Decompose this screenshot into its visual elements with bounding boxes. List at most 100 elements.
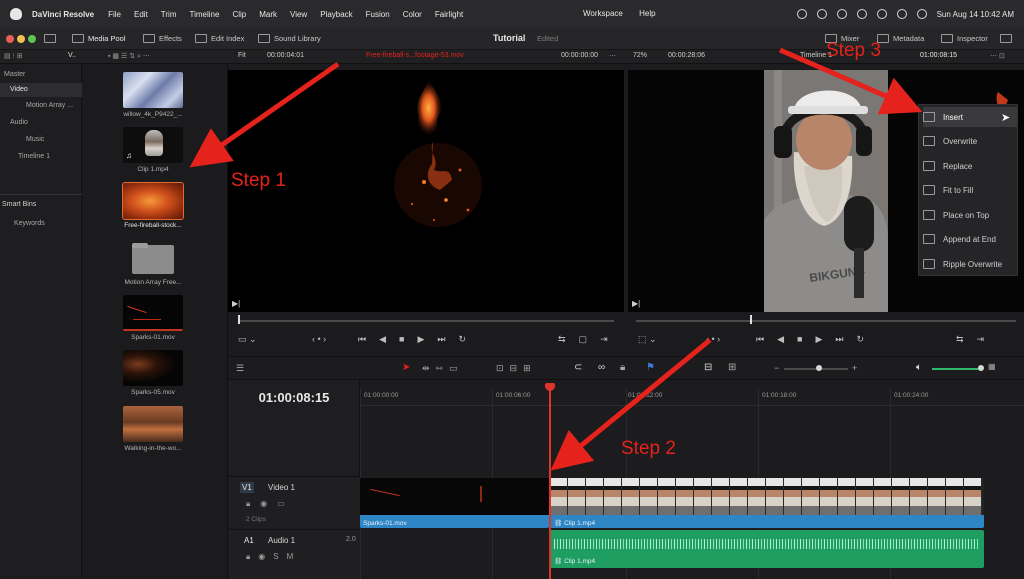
menu-item-append-at-end[interactable]: Append at End [923, 229, 1017, 249]
media-pool-button[interactable]: Media Pool [72, 34, 126, 43]
video-track-name[interactable]: Video 1 [268, 483, 295, 492]
clock[interactable]: Sun Aug 14 10:42 AM [937, 10, 1014, 19]
reverse-icon[interactable]: ◀ [777, 334, 784, 345]
audio-track-id[interactable]: A1 [244, 536, 254, 545]
list-view-icons[interactable]: ▪ ▦ ☰ ⇅ ⌕ ⋯ [108, 52, 150, 61]
source-scrubber[interactable] [238, 320, 614, 322]
menu-clip[interactable]: Clip [232, 10, 246, 19]
source-options-icon[interactable]: ⋯ [609, 52, 616, 60]
go-to-start-icon[interactable]: ⏮ [756, 334, 764, 345]
source-viewer[interactable]: ▶| [228, 70, 624, 312]
program-options-icon[interactable]: ⋯ ⊡ [990, 52, 1005, 60]
zoom-window-button[interactable] [28, 35, 36, 43]
volume-slider[interactable] [932, 368, 980, 370]
jog-icon[interactable]: ‹ • › [312, 334, 326, 344]
bin-keywords[interactable]: Keywords [14, 220, 45, 227]
volume-slider-handle[interactable] [978, 365, 984, 371]
metadata-button[interactable]: Metadata [877, 34, 924, 43]
siri-icon[interactable] [916, 9, 927, 19]
timeline-playhead[interactable] [549, 384, 551, 579]
app-name[interactable]: DaVinci Resolve [32, 10, 94, 19]
menu-help[interactable]: Help [639, 9, 655, 18]
stop-icon[interactable]: ■ [399, 334, 404, 345]
monitor-icon-button[interactable] [44, 34, 56, 43]
menu-color[interactable]: Color [403, 10, 422, 19]
view-mode-label[interactable]: V.. [68, 52, 76, 59]
media-clip-clip1[interactable]: ♫ Clip 1.mp4 [123, 127, 183, 173]
menu-edit[interactable]: Edit [134, 10, 148, 19]
bin-timeline[interactable]: Timeline 1 [18, 153, 50, 160]
go-to-end-icon[interactable]: ⏭ [437, 334, 445, 345]
media-clip-sparks05[interactable]: Sparks-05.mov [123, 350, 183, 396]
bin-motion-array[interactable]: Motion Array ... [26, 102, 73, 109]
edit-mode-icons[interactable]: ⊡⊟⊞ [496, 363, 537, 374]
edit-tools-icons[interactable]: ⇹⇿▭ [422, 363, 464, 374]
moon-icon[interactable] [816, 9, 827, 19]
apple-icon[interactable] [10, 8, 22, 20]
play-icon[interactable]: ▶ [815, 334, 822, 345]
menu-timeline[interactable]: Timeline [190, 10, 220, 19]
range-icon[interactable]: ⇥ [977, 334, 985, 345]
effects-button[interactable]: Effects [143, 34, 182, 43]
loop-icon[interactable]: ↻ [857, 334, 865, 345]
source-fit[interactable]: Fit [238, 52, 246, 59]
range-icon[interactable]: ⇥ [600, 334, 608, 345]
menu-file[interactable]: File [108, 10, 121, 19]
zoom-out-icon[interactable]: − [774, 363, 779, 373]
menu-fairlight[interactable]: Fairlight [435, 10, 463, 19]
bin-video[interactable]: Video [10, 86, 28, 93]
timeline-clip-clip1[interactable]: ⛓ Clip 1.mp4 [550, 478, 984, 528]
edit-index-button[interactable]: Edit Index [195, 34, 244, 43]
link-icon[interactable]: ∞ [598, 362, 605, 373]
media-bin-motion-array[interactable]: Motion Array Free... [123, 240, 183, 286]
zoom-in-icon[interactable]: + [852, 363, 857, 373]
menu-fusion[interactable]: Fusion [366, 10, 390, 19]
match-frame-icon[interactable]: ▢ [579, 334, 588, 345]
menu-view[interactable]: View [290, 10, 307, 19]
clip-view-icon[interactable]: ▭ ⌄ [238, 334, 257, 345]
dim-icon[interactable]: ▦ [988, 362, 996, 371]
wifi-icon[interactable] [876, 9, 887, 19]
timeline-view-options-icon[interactable]: ☰ [236, 363, 244, 374]
media-clip-sparks01[interactable]: Sparks-01.mov [123, 295, 183, 341]
view-options-icon[interactable]: ▤ ⁝ ⊞ [4, 52, 23, 60]
lock-icon[interactable]: 🔒︎ [620, 362, 625, 373]
close-window-button[interactable] [6, 35, 14, 43]
menu-item-replace[interactable]: Replace [923, 156, 1017, 176]
zoom-detail-icon[interactable]: ⊞ [728, 362, 736, 373]
menu-workspace[interactable]: Workspace [583, 9, 623, 18]
source-playhead[interactable] [238, 315, 240, 324]
creative-cloud-icon[interactable] [796, 9, 807, 19]
go-to-end-icon[interactable]: ⏭ [835, 334, 843, 345]
mark-in-out-icon[interactable]: ⇆ [956, 334, 964, 345]
menu-playback[interactable]: Playback [320, 10, 352, 19]
bin-master[interactable]: Master [4, 71, 25, 78]
audio-track-controls[interactable]: 🔒︎◉SM [246, 552, 301, 562]
media-clip-fireball[interactable]: Free-fireball-stock... [122, 182, 184, 229]
program-jog[interactable]: ‹ • › [706, 334, 720, 344]
volume-icon[interactable]: 🔈︎ [916, 362, 922, 373]
zoom-slider-handle[interactable] [816, 365, 822, 371]
sound-library-button[interactable]: Sound Library [258, 34, 321, 43]
program-zoom[interactable]: 72% [633, 52, 647, 59]
audio-track-name[interactable]: Audio 1 [268, 536, 295, 545]
menu-item-ripple-overwrite[interactable]: Ripple Overwrite [923, 254, 1017, 274]
menu-item-fit-to-fill[interactable]: Fit to Fill [923, 180, 1017, 200]
menu-mark[interactable]: Mark [259, 10, 277, 19]
source-jog[interactable]: ‹ • › [312, 334, 326, 344]
snapping-icon[interactable]: ⊂ [574, 362, 582, 373]
reverse-icon[interactable]: ◀ [379, 334, 386, 345]
go-to-start-icon[interactable]: ⏮ [358, 334, 366, 345]
menu-trim[interactable]: Trim [161, 10, 177, 19]
zoom-full-icon[interactable]: ⊟ [704, 362, 712, 373]
timeline-clip-sparks[interactable]: Sparks-01.mov [360, 478, 549, 528]
control-center-icon[interactable] [896, 9, 907, 19]
play-icon[interactable]: ▶ [417, 334, 424, 345]
timeline-scrubber[interactable] [636, 320, 1016, 322]
source-fullscreen-icon[interactable]: ▶| [232, 299, 240, 308]
menu-item-place-on-top[interactable]: Place on Top [923, 205, 1017, 225]
jog-icon[interactable]: ‹ • › [706, 334, 720, 344]
settings-button[interactable] [1000, 34, 1012, 43]
bin-music[interactable]: Music [26, 136, 44, 143]
bin-audio[interactable]: Audio [10, 119, 28, 126]
